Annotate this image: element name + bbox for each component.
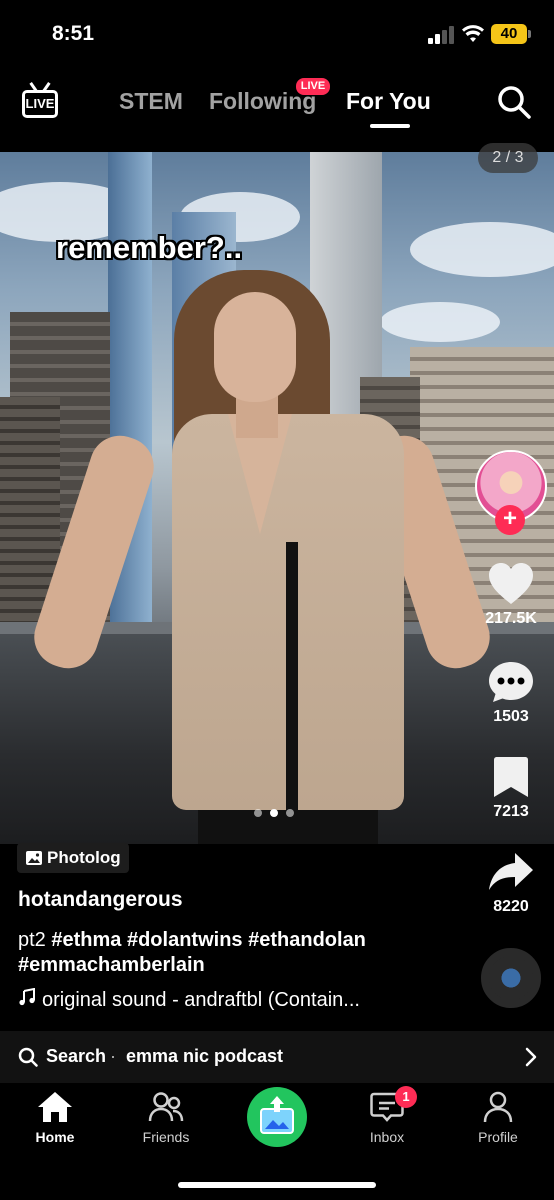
share-count: 8220	[493, 898, 529, 915]
status-bar: 8:51 40	[0, 0, 554, 64]
vest-split	[286, 542, 298, 812]
top-nav: LIVE STEM Following LIVE For You	[0, 64, 554, 152]
tab-friends-label: Friends	[142, 1129, 190, 1145]
active-tab-indicator	[370, 124, 410, 128]
page-counter: 2 / 3	[478, 143, 538, 173]
tab-friends[interactable]: Friends	[126, 1091, 206, 1145]
photo-icon	[26, 851, 42, 865]
comment-button[interactable]: 1503	[470, 660, 552, 726]
share-icon	[489, 853, 533, 890]
person-head	[214, 292, 296, 402]
tab-stem[interactable]: STEM	[119, 88, 183, 115]
like-button[interactable]: 217.5K	[470, 562, 552, 628]
tab-home-label: Home	[35, 1129, 75, 1145]
profile-icon	[483, 1091, 513, 1123]
home-indicator	[178, 1182, 376, 1188]
carousel-dot-active	[270, 809, 278, 817]
photo-post[interactable]: remember?..	[0, 152, 554, 844]
hashtag-link[interactable]: #ethandolan	[248, 929, 366, 951]
create-icon	[260, 1096, 294, 1134]
search-label: Search	[46, 1046, 107, 1066]
sound-link[interactable]: original sound - andraftbl (Contain...	[18, 988, 360, 1012]
live-button[interactable]: LIVE	[20, 84, 60, 124]
live-icon-label: LIVE	[25, 96, 55, 111]
tab-inbox-label: Inbox	[369, 1129, 405, 1145]
like-count: 217.5K	[485, 610, 537, 627]
share-button[interactable]: 8220	[470, 850, 552, 916]
carousel-dot	[254, 809, 262, 817]
comment-icon	[489, 662, 533, 702]
music-disc-icon[interactable]	[481, 948, 541, 1008]
post-description: pt2 #ethma #dolantwins #ethandolan #emma…	[18, 928, 458, 978]
music-note-icon	[19, 988, 35, 1006]
tab-home[interactable]: Home	[15, 1091, 95, 1145]
search-icon	[18, 1047, 38, 1067]
sky-cloud	[380, 302, 500, 342]
follow-plus-button[interactable]: +	[495, 505, 525, 535]
tab-profile-label: Profile	[478, 1129, 518, 1145]
related-search-bar[interactable]: Search · emma nic podcast	[0, 1031, 554, 1083]
photolog-label: Photolog	[47, 848, 121, 867]
search-icon[interactable]	[496, 84, 532, 120]
battery-icon: 40	[491, 24, 531, 44]
friends-icon	[148, 1092, 184, 1122]
heart-icon	[489, 563, 533, 604]
following-live-badge: LIVE	[296, 78, 330, 95]
photolog-badge[interactable]: Photolog	[17, 843, 129, 873]
chevron-right-icon	[525, 1047, 537, 1067]
save-count: 7213	[493, 803, 529, 820]
tab-for-you[interactable]: For You	[346, 88, 431, 115]
hashtag-link[interactable]: #emmachamberlain	[18, 954, 205, 976]
live-tv-icon: LIVE	[22, 90, 58, 118]
search-separator: ·	[110, 1046, 116, 1066]
bookmark-icon	[494, 757, 528, 797]
tab-profile[interactable]: Profile	[458, 1091, 538, 1145]
save-button[interactable]: 7213	[470, 755, 552, 821]
create-button[interactable]	[247, 1087, 307, 1147]
signal-icon	[428, 26, 454, 44]
caption-overlay: remember?..	[56, 230, 243, 265]
home-icon	[38, 1092, 72, 1122]
status-time: 8:51	[52, 22, 95, 45]
creator-username[interactable]: hotandangerous	[18, 888, 183, 912]
carousel-dots	[254, 804, 302, 817]
inbox-notification-badge: 1	[395, 1086, 417, 1108]
carousel-dot	[286, 809, 294, 817]
sky-cloud	[410, 222, 554, 277]
comment-count: 1503	[493, 708, 529, 725]
sound-name: original sound - andraftbl (Contain...	[42, 989, 360, 1011]
hashtag-link[interactable]: #dolantwins	[127, 929, 243, 951]
search-query: emma nic podcast	[126, 1046, 284, 1066]
wifi-icon	[462, 25, 484, 42]
description-text: pt2	[18, 929, 46, 951]
hashtag-link[interactable]: #ethma	[51, 929, 121, 951]
